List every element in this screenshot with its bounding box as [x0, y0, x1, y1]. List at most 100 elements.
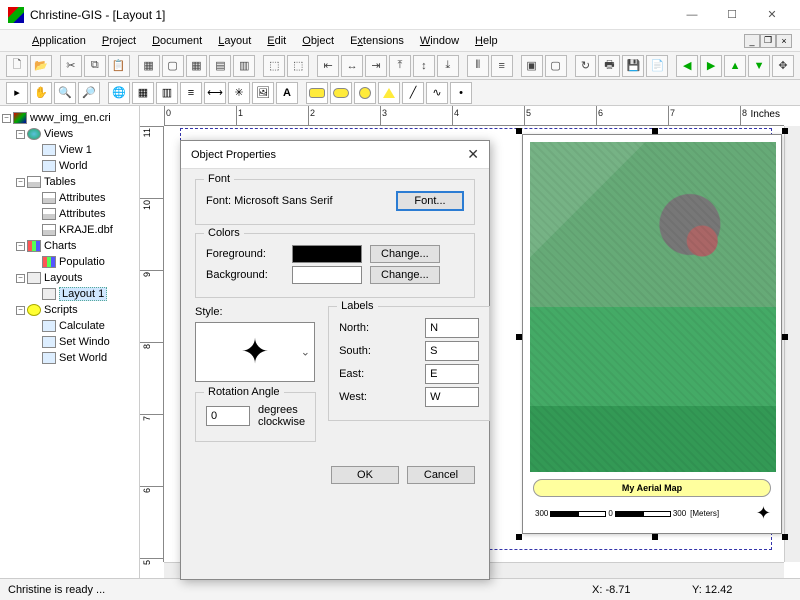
pan-tool[interactable]: ✋	[30, 82, 52, 104]
menu-layout[interactable]: Layout	[212, 33, 257, 49]
menu-help[interactable]: Help	[469, 33, 504, 49]
pointer-tool[interactable]: ▸	[6, 82, 28, 104]
tool-a[interactable]: ▦	[138, 55, 160, 77]
new-button[interactable]: 🗋	[6, 55, 28, 77]
menu-extensions[interactable]: Extensions	[344, 33, 410, 49]
tool-e[interactable]: ▥	[233, 55, 255, 77]
menu-edit[interactable]: Edit	[261, 33, 292, 49]
tree-scripts[interactable]: Scripts	[44, 304, 78, 316]
draw-roundrect[interactable]	[330, 82, 352, 104]
scalebar[interactable]: 300 0 300 [Meters]	[533, 509, 721, 518]
tool-b[interactable]: ▢	[162, 55, 184, 77]
zoom-in-tool[interactable]: 🔍	[54, 82, 76, 104]
tree-attr1[interactable]: Attributes	[59, 192, 105, 204]
vscrollbar[interactable]	[784, 126, 800, 562]
refresh-button[interactable]: ↻	[575, 55, 597, 77]
align-l[interactable]: ⇤	[317, 55, 339, 77]
copy-button[interactable]: ⧉	[84, 55, 106, 77]
east-input[interactable]	[425, 364, 479, 384]
align-t[interactable]: ⤒	[389, 55, 411, 77]
close-button[interactable]: ✕	[752, 3, 792, 27]
tool-d[interactable]: ▤	[209, 55, 231, 77]
tree-world[interactable]: World	[59, 160, 88, 172]
tree-views[interactable]: Views	[44, 128, 73, 140]
maximize-button[interactable]: ☐	[712, 3, 752, 27]
style-select[interactable]: ✦ ⌄	[195, 322, 315, 382]
tree-setworld[interactable]: Set World	[59, 352, 107, 364]
tree-kraje[interactable]: KRAJE.dbf	[59, 224, 113, 236]
cut-button[interactable]: ✂	[60, 55, 82, 77]
nav-down[interactable]: ▼	[748, 55, 770, 77]
draw-polyline[interactable]: ∿	[426, 82, 448, 104]
draw-point[interactable]: •	[450, 82, 472, 104]
dist-v[interactable]: ≡	[491, 55, 513, 77]
north-input[interactable]	[425, 318, 479, 338]
map-title[interactable]: My Aerial Map	[533, 479, 771, 497]
menu-document[interactable]: Document	[146, 33, 208, 49]
ungroup-button[interactable]: ⬚	[287, 55, 309, 77]
foreground-change-button[interactable]: Change...	[370, 245, 440, 263]
tool-c[interactable]: ▦	[186, 55, 208, 77]
mdi-restore[interactable]: ❐	[760, 34, 776, 48]
insert-chart[interactable]: ▥	[156, 82, 178, 104]
insert-view[interactable]: 🌐	[108, 82, 130, 104]
back-button[interactable]: ▢	[545, 55, 567, 77]
insert-table[interactable]: ▦	[132, 82, 154, 104]
west-input[interactable]	[425, 387, 479, 407]
menu-application[interactable]: Application	[26, 33, 92, 49]
insert-text[interactable]: A	[276, 82, 298, 104]
map-frame[interactable]: My Aerial Map 300 0 300 [Meters] ✦	[522, 134, 782, 534]
tree-attr2[interactable]: Attributes	[59, 208, 105, 220]
fit-button[interactable]: ✥	[772, 55, 794, 77]
dist-h[interactable]: ⫴	[467, 55, 489, 77]
align-r[interactable]: ⇥	[365, 55, 387, 77]
draw-line[interactable]: ╱	[402, 82, 424, 104]
tree-layouts[interactable]: Layouts	[44, 272, 83, 284]
nav-up[interactable]: ▲	[724, 55, 746, 77]
draw-circle[interactable]	[354, 82, 376, 104]
front-button[interactable]: ▣	[521, 55, 543, 77]
print-button[interactable]: 🖶	[598, 55, 620, 77]
insert-scalebar[interactable]: ⟷	[204, 82, 226, 104]
menu-window[interactable]: Window	[414, 33, 465, 49]
align-c[interactable]: ↔	[341, 55, 363, 77]
tree-layout1[interactable]: Layout 1	[59, 287, 107, 301]
tree-calc[interactable]: Calculate	[59, 320, 105, 332]
tree-charts[interactable]: Charts	[44, 240, 76, 252]
zoom-out-tool[interactable]: 🔎	[78, 82, 100, 104]
menu-project[interactable]: Project	[96, 33, 142, 49]
group-button[interactable]: ⬚	[263, 55, 285, 77]
minimize-button[interactable]: —	[672, 3, 712, 27]
north-arrow-icon[interactable]: ✦	[756, 503, 771, 524]
insert-north[interactable]: ✳	[228, 82, 250, 104]
mdi-close[interactable]: ×	[776, 34, 792, 48]
align-m[interactable]: ↕	[413, 55, 435, 77]
tree-pop[interactable]: Populatio	[59, 256, 105, 268]
tree-tables[interactable]: Tables	[44, 176, 76, 188]
south-input[interactable]	[425, 341, 479, 361]
draw-polygon[interactable]	[378, 82, 400, 104]
open-button[interactable]: 📂	[30, 55, 52, 77]
page-setup[interactable]: 📄	[646, 55, 668, 77]
menu-object[interactable]: Object	[296, 33, 340, 49]
background-change-button[interactable]: Change...	[370, 266, 440, 284]
insert-legend[interactable]: ≡	[180, 82, 202, 104]
mdi-minimize[interactable]: _	[744, 34, 760, 48]
tree-root[interactable]: www_img_en.cri	[30, 112, 111, 124]
dialog-close-icon[interactable]: ✕	[467, 146, 479, 163]
insert-image[interactable]: 🖼	[252, 82, 274, 104]
paste-button[interactable]: 📋	[108, 55, 130, 77]
tree-setwnd[interactable]: Set Windo	[59, 336, 110, 348]
cancel-button[interactable]: Cancel	[407, 466, 475, 484]
font-button[interactable]: Font...	[396, 191, 464, 211]
rotation-input[interactable]	[206, 406, 250, 426]
tree-view1[interactable]: View 1	[59, 144, 92, 156]
project-tree[interactable]: −www_img_en.cri −Views View 1 World −Tab…	[0, 106, 140, 578]
align-b[interactable]: ⤓	[437, 55, 459, 77]
nav-left[interactable]: ◀	[676, 55, 698, 77]
export-button[interactable]: 💾	[622, 55, 644, 77]
draw-rect[interactable]	[306, 82, 328, 104]
nav-right[interactable]: ▶	[700, 55, 722, 77]
ok-button[interactable]: OK	[331, 466, 399, 484]
dialog-titlebar[interactable]: Object Properties ✕	[181, 141, 489, 169]
